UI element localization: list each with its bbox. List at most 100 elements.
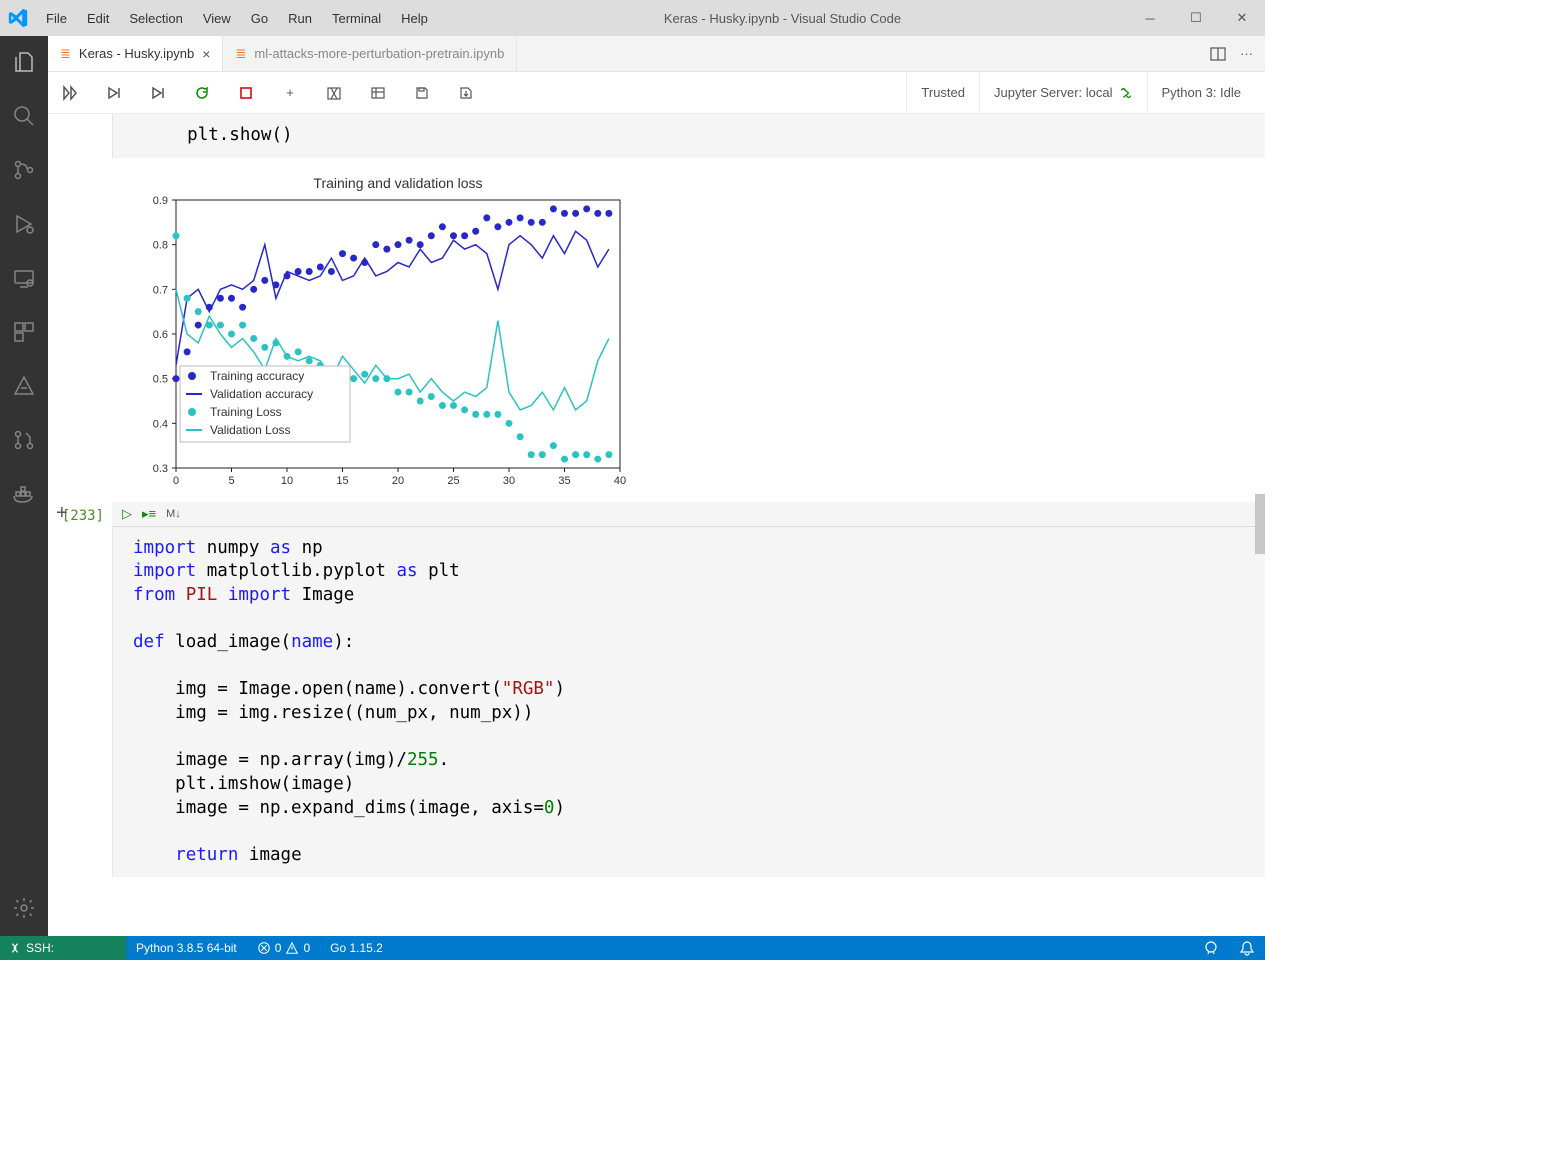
svg-text:0.4: 0.4: [153, 418, 168, 430]
export-icon[interactable]: [454, 85, 478, 101]
tab-label: ml-attacks-more-perturbation-pretrain.ip…: [254, 46, 504, 61]
run-debug-icon[interactable]: [0, 206, 48, 242]
jupyter-icon: ≣: [60, 46, 71, 62]
more-icon[interactable]: ···: [1240, 46, 1253, 61]
notebook-body[interactable]: + plt.show() Training and validation los…: [48, 114, 1265, 936]
svg-text:15: 15: [336, 475, 348, 487]
split-editor-icon[interactable]: [1210, 46, 1226, 62]
menu-view[interactable]: View: [193, 11, 241, 26]
docker-icon[interactable]: [0, 476, 48, 512]
maximize-button[interactable]: ☐: [1173, 0, 1219, 36]
save-icon[interactable]: [410, 85, 434, 101]
remote-label: SSH:: [26, 941, 54, 955]
server-label: Jupyter Server: local: [994, 85, 1113, 100]
code-editor[interactable]: plt.show(): [112, 114, 1265, 158]
add-cell-button[interactable]: +: [56, 502, 68, 525]
statusbar: SSH: Python 3.8.5 64-bit 0 0 Go 1.15.2: [0, 936, 1265, 960]
variables-icon[interactable]: [366, 85, 390, 101]
clear-output-icon[interactable]: [322, 85, 346, 101]
connected-icon: [1119, 86, 1133, 100]
run-below-icon[interactable]: [146, 85, 170, 101]
tabbar: ≣ Keras - Husky.ipynb × ≣ ml-attacks-mor…: [48, 36, 1265, 72]
error-count: 0: [275, 941, 282, 955]
interrupt-icon[interactable]: [234, 85, 258, 101]
warning-count: 0: [303, 941, 310, 955]
svg-text:Training accuracy: Training accuracy: [210, 369, 304, 383]
code-cell-top: plt.show(): [56, 114, 1265, 158]
svg-text:Validation accuracy: Validation accuracy: [210, 387, 313, 401]
svg-text:10: 10: [281, 475, 293, 487]
svg-text:20: 20: [392, 475, 404, 487]
activitybar: [0, 36, 48, 936]
svg-text:0.3: 0.3: [153, 463, 168, 475]
remote-icon: [8, 941, 22, 955]
menu-go[interactable]: Go: [241, 11, 278, 26]
notifications-icon[interactable]: [1229, 940, 1265, 956]
window-controls: ─ ☐ ✕: [1127, 0, 1265, 36]
jupyter-icon: ≣: [235, 46, 246, 62]
run-all-icon[interactable]: [58, 85, 82, 101]
remote-indicator[interactable]: SSH:: [0, 936, 126, 960]
svg-text:Training and validation loss: Training and validation loss: [313, 175, 482, 191]
menu-edit[interactable]: Edit: [77, 11, 119, 26]
warning-icon: [285, 941, 299, 955]
svg-text:0.9: 0.9: [153, 195, 168, 207]
python-version[interactable]: Python 3.8.5 64-bit: [126, 941, 247, 955]
run-cell-icon[interactable]: ▷: [122, 506, 132, 522]
tab-husky[interactable]: ≣ Keras - Husky.ipynb ×: [48, 36, 223, 71]
azure-icon[interactable]: [0, 368, 48, 404]
exec-count: [233]: [56, 502, 112, 878]
run-above-icon[interactable]: [102, 85, 126, 101]
markdown-icon[interactable]: M↓: [166, 508, 181, 520]
svg-text:0.7: 0.7: [153, 284, 168, 296]
tab-actions: ···: [1210, 36, 1265, 71]
svg-text:Validation Loss: Validation Loss: [210, 423, 291, 437]
editor-area: ≣ Keras - Husky.ipynb × ≣ ml-attacks-mor…: [48, 36, 1265, 936]
titlebar: File Edit Selection View Go Run Terminal…: [0, 0, 1265, 36]
close-icon[interactable]: ×: [202, 46, 210, 62]
menu-file[interactable]: File: [36, 11, 77, 26]
code-editor[interactable]: import numpy as np import matplotlib.pyp…: [112, 527, 1265, 878]
vscode-icon: [0, 8, 36, 28]
extensions-icon[interactable]: [0, 314, 48, 350]
chart-output: Training and validation loss051015202530…: [56, 166, 1265, 502]
menu-run[interactable]: Run: [278, 11, 322, 26]
cell-toolbar: ▷ ▸≡ M↓: [112, 502, 1265, 527]
chart: Training and validation loss051015202530…: [120, 174, 630, 494]
svg-text:0: 0: [173, 475, 179, 487]
window-title: Keras - Husky.ipynb - Visual Studio Code: [438, 11, 1127, 26]
search-icon[interactable]: [0, 98, 48, 134]
svg-text:5: 5: [228, 475, 234, 487]
close-button[interactable]: ✕: [1219, 0, 1265, 36]
trusted-button[interactable]: Trusted: [906, 72, 979, 113]
svg-text:40: 40: [614, 475, 626, 487]
svg-text:25: 25: [447, 475, 459, 487]
settings-icon[interactable]: [0, 890, 48, 926]
menu-terminal[interactable]: Terminal: [322, 11, 391, 26]
notebook-toolbar: + Trusted Jupyter Server: local Python 3…: [48, 72, 1265, 114]
menu-help[interactable]: Help: [391, 11, 438, 26]
feedback-icon[interactable]: [1193, 940, 1229, 956]
problems[interactable]: 0 0: [247, 941, 320, 955]
minimize-button[interactable]: ─: [1127, 0, 1173, 36]
add-cell-icon[interactable]: +: [278, 85, 302, 100]
run-by-line-icon[interactable]: ▸≡: [142, 506, 156, 522]
tab-label: Keras - Husky.ipynb: [79, 46, 194, 61]
svg-text:Training Loss: Training Loss: [210, 405, 282, 419]
scrollbar-thumb[interactable]: [1255, 494, 1265, 554]
menubar: File Edit Selection View Go Run Terminal…: [36, 11, 438, 26]
jupyter-server-button[interactable]: Jupyter Server: local: [979, 72, 1147, 113]
github-pr-icon[interactable]: [0, 422, 48, 458]
tab-ml-attacks[interactable]: ≣ ml-attacks-more-perturbation-pretrain.…: [223, 36, 517, 71]
kernel-button[interactable]: Python 3: Idle: [1147, 72, 1256, 113]
svg-text:0.5: 0.5: [153, 373, 168, 385]
source-control-icon[interactable]: [0, 152, 48, 188]
restart-icon[interactable]: [190, 85, 214, 101]
menu-selection[interactable]: Selection: [119, 11, 192, 26]
go-version[interactable]: Go 1.15.2: [320, 941, 393, 955]
code-cell-233: [233] ▷ ▸≡ M↓ import numpy as np import …: [56, 502, 1265, 878]
explorer-icon[interactable]: [0, 44, 48, 80]
svg-text:0.6: 0.6: [153, 329, 168, 341]
gutter: [56, 114, 112, 158]
remote-explorer-icon[interactable]: [0, 260, 48, 296]
